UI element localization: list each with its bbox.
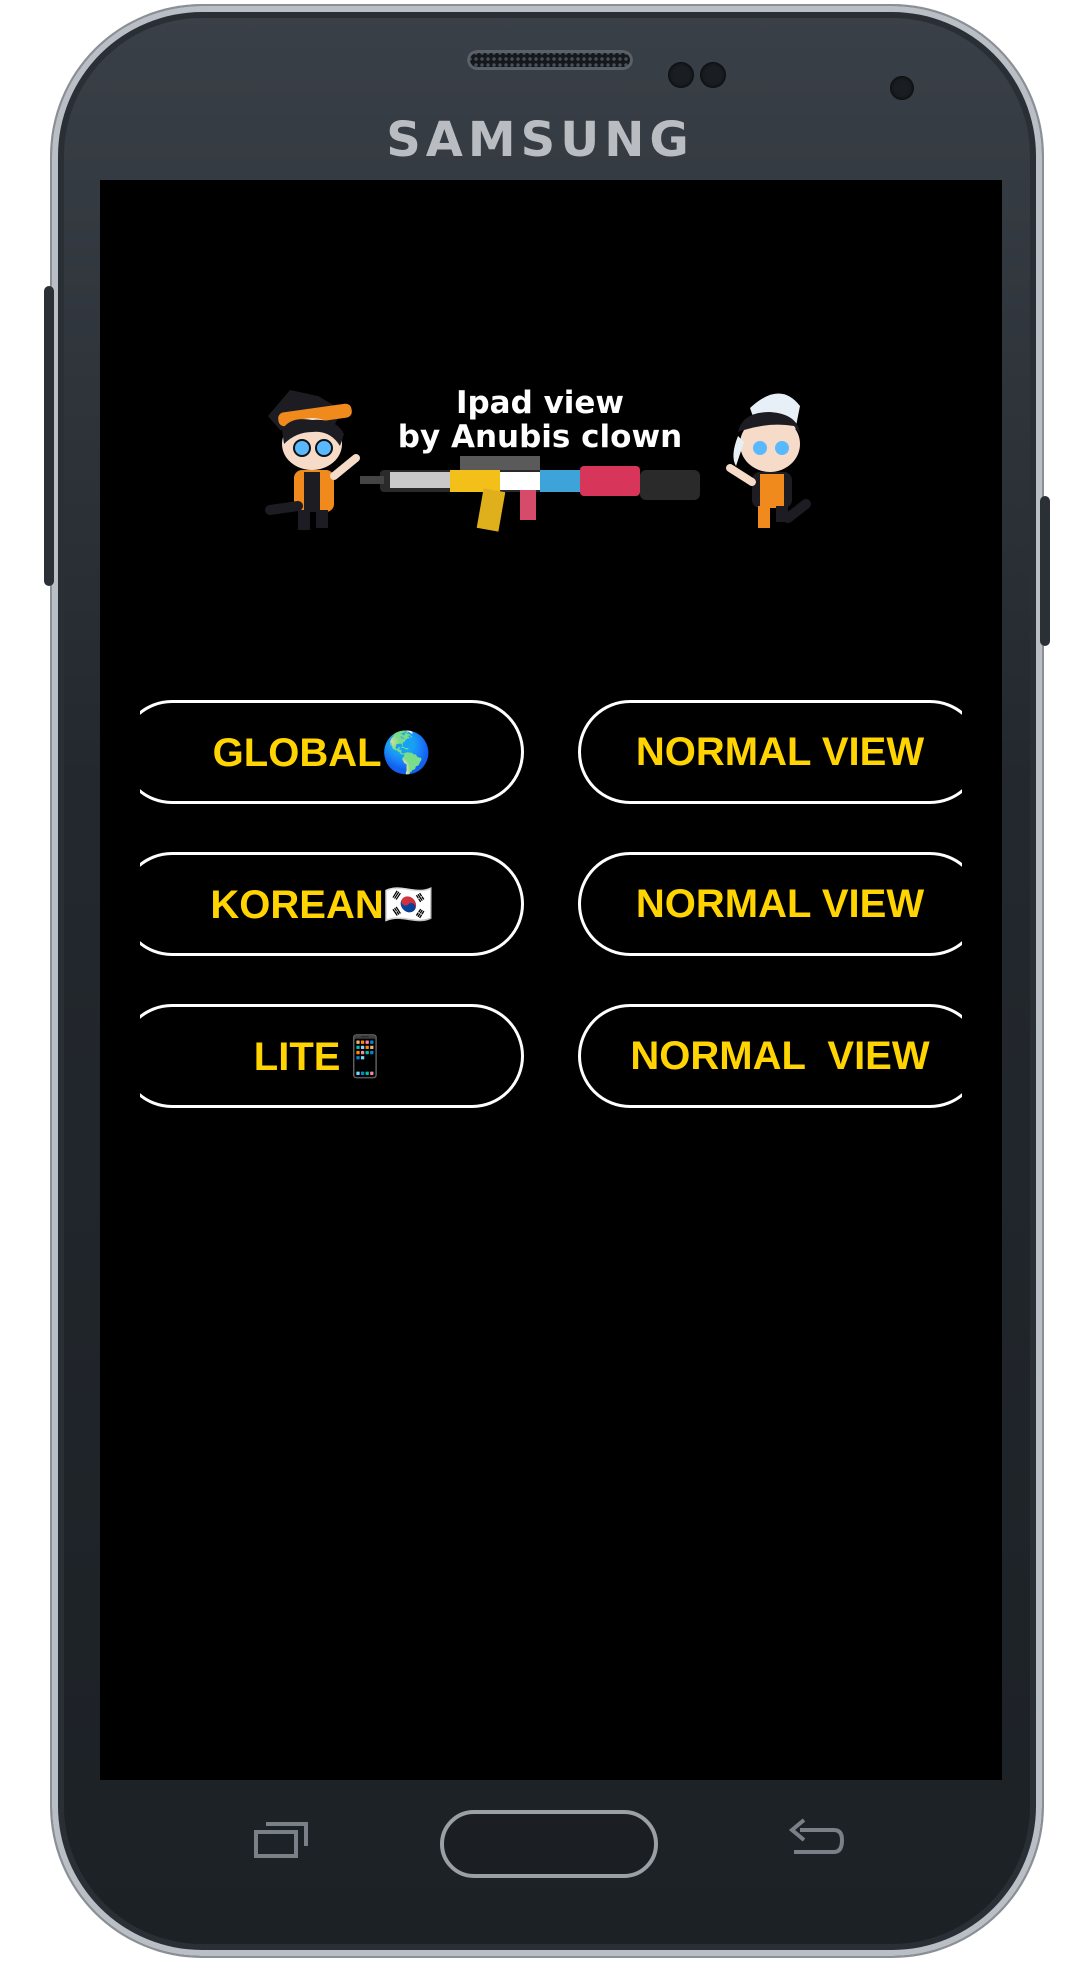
power-button [1040,496,1050,646]
rifle-illustration [360,456,700,532]
lite-button[interactable]: LITE📱 [140,1004,524,1108]
global-normal-view-button[interactable]: NORMAL VIEW [578,700,962,804]
global-button[interactable]: GLOBAL🌎 [140,700,524,804]
recent-apps-icon[interactable] [252,1820,310,1860]
header-subtitle: by Anubis clown [397,419,683,455]
home-button[interactable] [440,1810,658,1878]
proximity-sensor [668,62,694,88]
front-camera [890,76,914,100]
korean-normal-view-button[interactable]: NORMAL VIEW [578,852,962,956]
korean-button[interactable]: KOREAN🇰🇷 [140,852,524,956]
back-icon[interactable] [786,1818,846,1862]
brand-logo: SAMSUNG [386,112,694,168]
light-sensor [700,62,726,88]
lite-normal-view-button[interactable]: NORMAL VIEW [578,1004,962,1108]
earpiece-speaker [467,50,633,70]
header-title: Ipad view [455,385,625,421]
